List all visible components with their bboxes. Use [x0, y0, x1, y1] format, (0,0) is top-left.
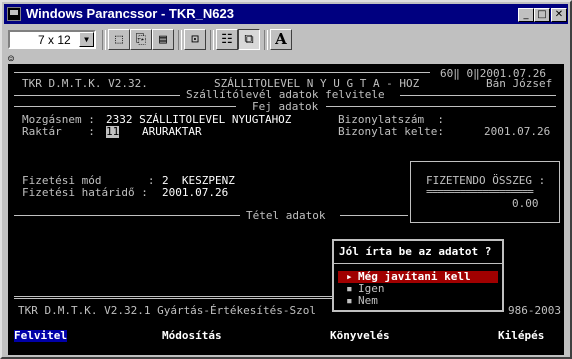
window-title: Windows Parancssor - TKR_N623 — [26, 6, 234, 21]
divider — [400, 95, 556, 96]
tetel-header: Tétel adatok — [246, 209, 326, 222]
title-bar[interactable]: Windows Parancssor - TKR_N623 _ □ ✕ — [4, 4, 568, 24]
footer-version: TKR D.M.T.K. V2.32.1 Gyártás-Értékesítés… — [18, 304, 317, 317]
raktar-code-field[interactable]: 11 — [106, 126, 120, 138]
font-icon: A — [275, 30, 287, 48]
toolbar-separator — [210, 30, 214, 50]
menu-kilepes[interactable]: Kilépés — [498, 330, 544, 342]
font-size-value: 7 x 12 — [38, 33, 71, 47]
font-size-select[interactable]: 7 x 12 ▼ — [8, 30, 96, 49]
total-amount-value: 0.00 — [512, 197, 539, 210]
paste-button[interactable]: ▤ — [152, 29, 174, 50]
fullscreen-icon: ⊡ — [191, 32, 199, 47]
section-header: Fej adatok — [252, 100, 319, 113]
fullscreen-button[interactable]: ⊡ — [184, 29, 206, 50]
divider — [326, 106, 556, 107]
footer-years: 986-2003 — [508, 304, 561, 317]
mark-button[interactable]: ⬚ — [108, 29, 130, 50]
confirm-dialog: Jól írta be az adatot ? ▸ Még javítani k… — [332, 239, 504, 312]
console-screen: 60‖ 0‖2001.07.26 TKR D.M.T.K. V2.32. SZÁ… — [8, 64, 564, 355]
minimize-button[interactable]: _ — [518, 8, 534, 22]
maximize-button[interactable]: □ — [534, 8, 550, 22]
fizetesi-hatarido-label: Fizetési határidő : — [22, 186, 148, 199]
divider — [14, 106, 236, 107]
toolbar-separator — [102, 30, 106, 50]
divider — [14, 215, 240, 216]
raktar-label: Raktár : — [22, 125, 95, 138]
fizetesi-hatarido-value: 2001.07.26 — [162, 186, 229, 199]
menu-felvitel[interactable]: Felvitel — [14, 330, 67, 342]
menu-modositas[interactable]: Módosítás — [162, 330, 222, 342]
user-name: Bán József — [486, 77, 553, 90]
divider — [340, 215, 408, 216]
close-button[interactable]: ✕ — [551, 8, 567, 22]
dialog-title: Jól írta be az adatot ? — [339, 245, 492, 258]
console-app-icon[interactable] — [7, 7, 21, 21]
font-button[interactable]: A — [270, 29, 292, 50]
toolbar: 7 x 12 ▼ ⬚ ⎘ ▤ ⊡ ☷ ⧉ A — [4, 26, 568, 54]
paste-icon: ▤ — [159, 32, 167, 47]
bizonylat-kelte-label: Bizonylat kelte: — [338, 125, 444, 138]
chevron-down-icon[interactable]: ▼ — [79, 32, 94, 47]
divider — [14, 95, 180, 96]
properties-button[interactable]: ☷ — [216, 29, 238, 50]
dialog-option-no[interactable]: Nem — [358, 295, 378, 307]
console-window: Windows Parancssor - TKR_N623 _ □ ✕ 7 x … — [0, 0, 572, 359]
mark-icon: ⬚ — [115, 32, 123, 47]
copy-icon: ⎘ — [135, 32, 147, 47]
toolbar-separator — [178, 30, 182, 50]
divider — [14, 72, 430, 73]
footer-divider — [14, 296, 332, 299]
background-button[interactable]: ⧉ — [238, 29, 260, 50]
toolbar-separator — [264, 30, 268, 50]
copy-button[interactable]: ⎘ — [130, 29, 152, 50]
app-version: TKR D.M.T.K. V2.32. — [22, 77, 148, 90]
raktar-name: ARURAKTAR — [142, 125, 202, 138]
bullet-icon: ▪ — [346, 294, 353, 307]
background-icon: ⧉ — [244, 32, 254, 47]
properties-icon: ☷ — [221, 32, 233, 47]
bizonylat-kelte-value: 2001.07.26 — [484, 125, 551, 138]
menu-konyveles[interactable]: Könyvelés — [330, 330, 390, 342]
divider — [334, 263, 502, 264]
